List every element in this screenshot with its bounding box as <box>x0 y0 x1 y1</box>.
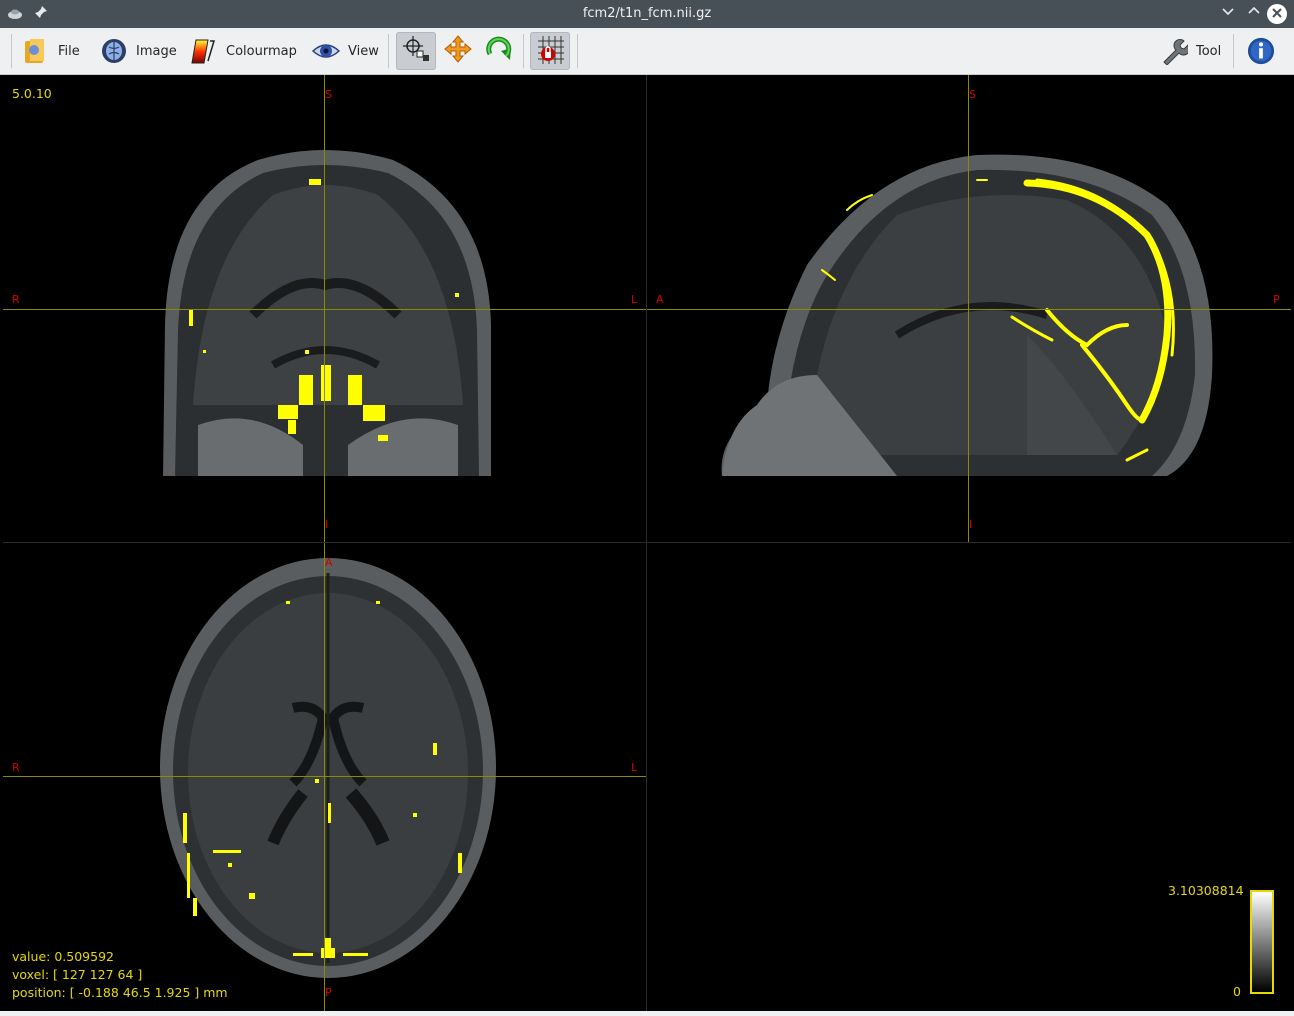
coronal-orientation-bottom: I <box>325 518 329 531</box>
view-menu-label: View <box>348 43 379 59</box>
colourmap-icon <box>190 37 218 65</box>
coronal-orientation-left: R <box>12 293 20 306</box>
rotate-mode-button[interactable] <box>479 32 519 70</box>
colorbar-min-label: 0 <box>1233 984 1241 999</box>
info-button[interactable] <box>1247 31 1283 71</box>
open-folder-icon <box>22 37 50 65</box>
crosshair-mode-button[interactable] <box>396 32 436 70</box>
file-menu-label: File <box>58 43 80 59</box>
axial-orientation-right: L <box>631 761 638 774</box>
sagittal-orientation-top: S <box>969 88 976 101</box>
lock-grid-button[interactable] <box>530 32 570 70</box>
wrench-icon <box>1160 37 1188 65</box>
axial-orientation-bottom: P <box>325 986 332 999</box>
axial-orientation-top: A <box>325 556 333 569</box>
close-button[interactable] <box>1267 4 1287 24</box>
value-readout: value: 0.509592 <box>12 949 114 964</box>
sagittal-crosshair-vertical <box>968 75 969 542</box>
coronal-orientation-right: L <box>631 293 638 306</box>
crosshair-mode-icon <box>401 34 431 68</box>
move-mode-button[interactable] <box>438 32 478 70</box>
colorbar <box>1250 890 1274 994</box>
window-title: fcm2/t1n_fcm.nii.gz <box>582 6 712 21</box>
toolbar-separator <box>577 34 578 68</box>
maximize-button[interactable] <box>1244 4 1264 24</box>
sagittal-orientation-bottom: I <box>969 518 973 531</box>
voxel-readout: voxel: [ 127 127 64 ] <box>12 967 143 982</box>
move-icon <box>443 34 473 68</box>
info-icon <box>1247 37 1275 65</box>
toolbar-separator <box>1233 34 1234 68</box>
brain-image-icon <box>100 37 128 65</box>
colourmap-menu-label: Colourmap <box>226 43 297 59</box>
colourmap-menu-button[interactable]: Colourmap <box>190 31 297 71</box>
version-label: 5.0.10 <box>12 86 52 101</box>
rotate-icon <box>484 34 514 68</box>
title-bar: fcm2/t1n_fcm.nii.gz <box>0 0 1294 28</box>
axial-crosshair-vertical <box>324 543 325 1011</box>
position-readout: position: [ -0.188 46.5 1.925 ] mm <box>12 985 228 1000</box>
colorbar-max-label: 3.10308814 <box>1168 883 1244 898</box>
sagittal-orientation-left: A <box>656 293 664 306</box>
minimize-button[interactable] <box>1218 4 1238 24</box>
coronal-crosshair-vertical <box>324 75 325 542</box>
image-menu-button[interactable]: Image <box>100 31 177 71</box>
sagittal-crosshair-horizontal <box>647 309 1291 310</box>
image-menu-label: Image <box>136 43 177 59</box>
tool-menu-button[interactable]: Tool <box>1160 31 1221 71</box>
view-menu-button[interactable]: View <box>312 31 379 71</box>
toolbar-separator <box>523 34 524 68</box>
sagittal-orientation-right: P <box>1273 293 1280 306</box>
pane-divider-horizontal <box>3 542 1291 543</box>
toolbar-separator <box>388 34 389 68</box>
toolbar: File Image Colourmap View Tool <box>0 28 1294 75</box>
image-viewport[interactable]: S I R L S I A P A P R L 5.0.10 value: 0.… <box>3 75 1291 1011</box>
lock-grid-icon <box>534 33 566 69</box>
coronal-orientation-top: S <box>325 88 332 101</box>
axial-orientation-left: R <box>12 761 20 774</box>
status-bar <box>0 1011 1294 1016</box>
toolbar-handle <box>11 34 12 68</box>
eye-icon <box>312 37 340 65</box>
pane-divider-vertical <box>646 75 647 1011</box>
tool-menu-label: Tool <box>1196 43 1222 59</box>
file-menu-button[interactable]: File <box>22 31 80 71</box>
